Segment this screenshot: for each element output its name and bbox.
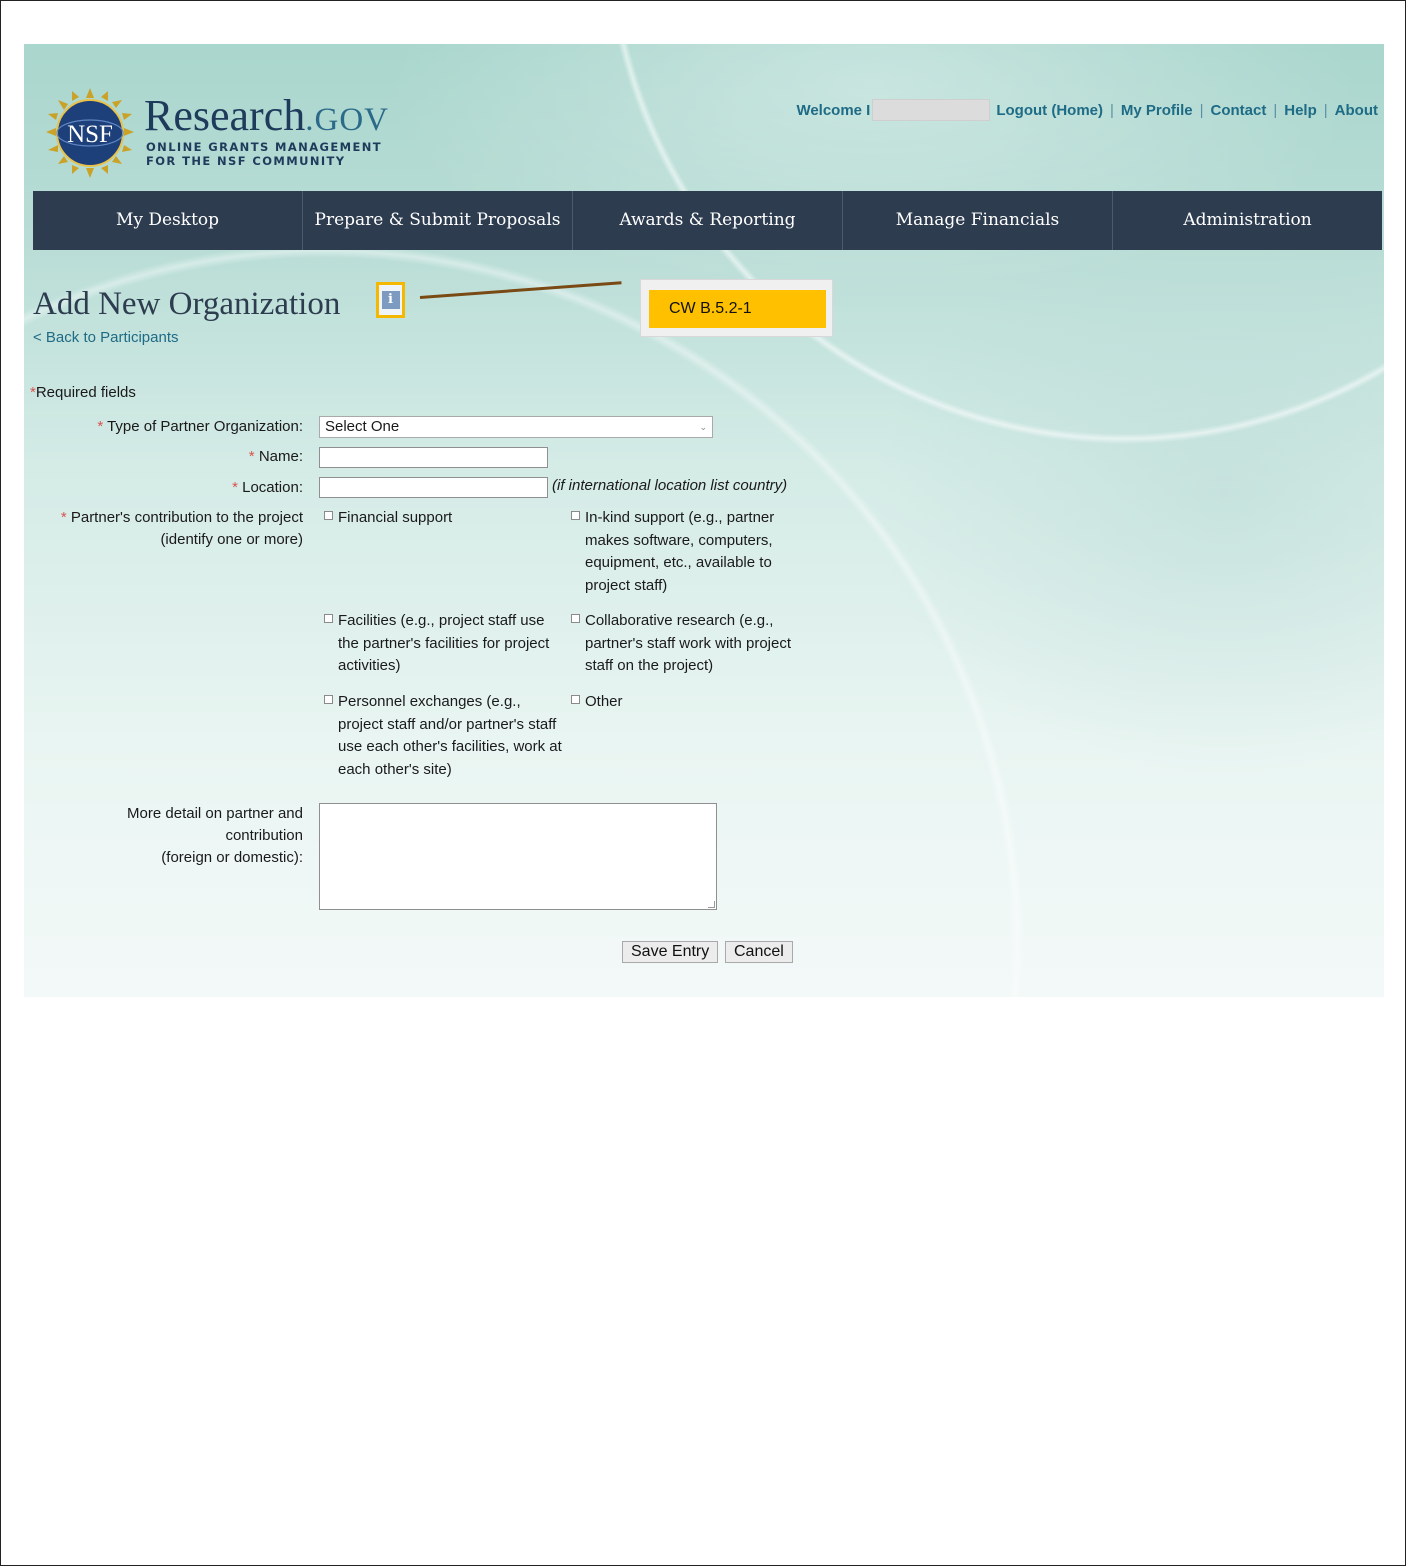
my-profile-link[interactable]: My Profile — [1121, 102, 1193, 119]
financial-support-option[interactable]: Financial support — [324, 507, 564, 530]
logout-link[interactable]: Logout (Home) — [996, 102, 1103, 119]
inkind-support-option[interactable]: In-kind support (e.g., partner makes sof… — [571, 507, 811, 597]
info-button[interactable]: i — [376, 282, 405, 318]
other-option[interactable]: Other — [571, 691, 811, 714]
brand-title: Research.GOV — [144, 91, 389, 140]
facilities-checkbox[interactable] — [324, 614, 333, 623]
required-fields-note: *Required fields — [30, 384, 136, 401]
organization-type-select[interactable]: Select One ⌄ — [319, 416, 713, 438]
welcome-text: Welcome I — [796, 101, 871, 119]
location-hint: (if international location list country) — [552, 477, 788, 494]
other-checkbox[interactable] — [571, 695, 580, 704]
nav-prepare-submit-proposals[interactable]: Prepare & Submit Proposals — [303, 191, 573, 250]
utility-links: Welcome I Logout (Home) | My Profile | C… — [796, 99, 1378, 121]
type-label: * Type of Partner Organization: — [97, 418, 303, 435]
page-title: Add New Organization — [33, 286, 341, 322]
nav-awards-reporting[interactable]: Awards & Reporting — [573, 191, 843, 250]
annotation-label: CW B.5.2-1 — [649, 290, 826, 328]
save-entry-button[interactable]: Save Entry — [622, 941, 719, 963]
personnel-exchanges-checkbox[interactable] — [324, 695, 333, 704]
research-gov-logo[interactable]: NSF Research.GOV ONLINE GRANTS MANAGEMEN… — [44, 86, 404, 186]
contact-link[interactable]: Contact — [1211, 102, 1267, 119]
redacted-username — [872, 99, 991, 121]
chevron-down-icon: ⌄ — [699, 422, 707, 432]
annotation-callout: CW B.5.2-1 — [640, 279, 833, 337]
collaborative-research-checkbox[interactable] — [571, 614, 580, 623]
name-input[interactable] — [319, 447, 548, 468]
app-window: NSF Research.GOV ONLINE GRANTS MANAGEMEN… — [24, 44, 1384, 997]
back-to-participants-link[interactable]: < Back to Participants — [33, 329, 179, 346]
info-icon: i — [381, 291, 400, 309]
main-nav: My Desktop Prepare & Submit Proposals Aw… — [33, 191, 1382, 250]
brand-subtitle: ONLINE GRANTS MANAGEMENT FOR THE NSF COM… — [146, 140, 382, 168]
personnel-exchanges-option[interactable]: Personnel exchanges (e.g., project staff… — [324, 691, 564, 781]
contribution-label: * Partner's contribution to the project … — [60, 509, 303, 548]
nav-administration[interactable]: Administration — [1113, 191, 1382, 250]
nsf-seal-icon: NSF — [46, 88, 134, 178]
detail-textarea[interactable] — [319, 803, 717, 910]
facilities-option[interactable]: Facilities (e.g., project staff use the … — [324, 610, 567, 678]
seal-text: NSF — [67, 121, 113, 148]
name-label: * Name: — [248, 448, 303, 465]
financial-support-checkbox[interactable] — [324, 511, 333, 520]
help-link[interactable]: Help — [1284, 102, 1317, 119]
location-input[interactable] — [319, 477, 548, 498]
nav-my-desktop[interactable]: My Desktop — [33, 191, 303, 250]
annotation-connector — [419, 281, 622, 299]
inkind-support-checkbox[interactable] — [571, 511, 580, 520]
detail-label: More detail on partner and contribution … — [127, 805, 303, 866]
cancel-button[interactable]: Cancel — [725, 941, 793, 963]
nav-manage-financials[interactable]: Manage Financials — [843, 191, 1113, 250]
location-label: * Location: — [232, 479, 303, 496]
collaborative-research-option[interactable]: Collaborative research (e.g., partner's … — [571, 610, 811, 678]
about-link[interactable]: About — [1335, 102, 1378, 119]
